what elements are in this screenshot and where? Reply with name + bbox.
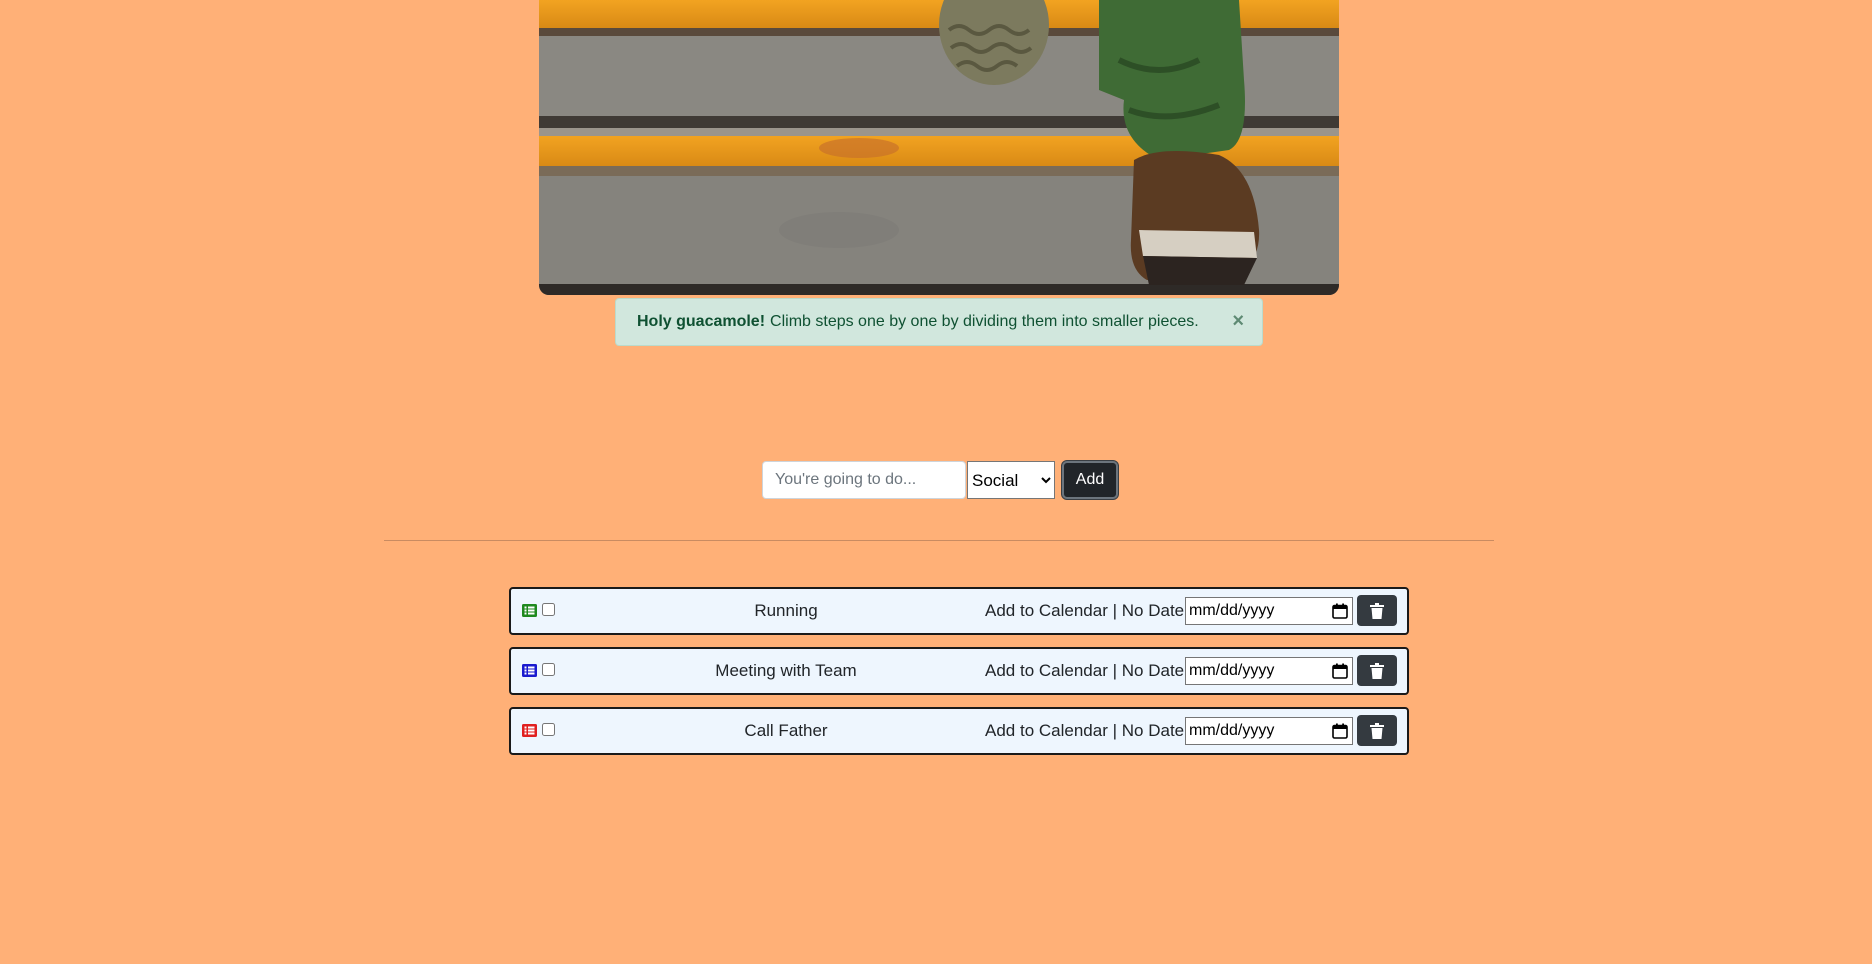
task-list: Running Add to Calendar | No Date | mm/d… [509, 587, 1409, 767]
close-icon[interactable]: × [1232, 311, 1244, 331]
task-name: Call Father [744, 721, 828, 740]
task-meta: Add to Calendar | No Date | [985, 721, 1193, 741]
done-checkbox[interactable] [542, 723, 555, 736]
trash-icon [1370, 602, 1384, 619]
add-to-calendar-link[interactable]: Add to Calendar [985, 601, 1108, 621]
trash-icon [1370, 662, 1384, 679]
separator: | [1112, 601, 1118, 620]
date-input[interactable]: mm/dd/yyyy [1185, 657, 1353, 685]
list-icon [522, 664, 537, 677]
task-name: Running [754, 601, 818, 620]
calendar-icon[interactable] [1332, 663, 1348, 679]
separator: | [1112, 661, 1118, 680]
date-placeholder: mm/dd/yyyy [1189, 602, 1275, 619]
alert-message: Climb steps one by one by dividing them … [770, 313, 1199, 330]
alert-heading: Holy guacamole! [637, 313, 766, 330]
date-status: No Date [1121, 661, 1185, 680]
list-icon [522, 724, 537, 737]
delete-button[interactable] [1357, 715, 1397, 746]
calendar-icon[interactable] [1332, 603, 1348, 619]
task-meta: Add to Calendar | No Date | [985, 661, 1193, 681]
hero-image [539, 0, 1339, 295]
separator: | [1112, 721, 1118, 740]
date-status: No Date [1121, 721, 1185, 740]
trash-icon [1370, 722, 1384, 739]
task-meta: Add to Calendar | No Date | [985, 601, 1193, 621]
tip-alert: Holy guacamole! Climb steps one by one b… [615, 298, 1263, 346]
add-to-calendar-link[interactable]: Add to Calendar [985, 721, 1108, 741]
date-placeholder: mm/dd/yyyy [1189, 722, 1275, 739]
add-button[interactable]: Add [1062, 461, 1118, 499]
done-checkbox[interactable] [542, 603, 555, 616]
date-input[interactable]: mm/dd/yyyy [1185, 597, 1353, 625]
divider [384, 540, 1494, 541]
add-to-calendar-link[interactable]: Add to Calendar [985, 661, 1108, 681]
task-input[interactable] [762, 461, 966, 499]
date-input[interactable]: mm/dd/yyyy [1185, 717, 1353, 745]
delete-button[interactable] [1357, 655, 1397, 686]
task-row: Running Add to Calendar | No Date | mm/d… [509, 587, 1409, 635]
list-icon [522, 604, 537, 617]
task-name: Meeting with Team [715, 661, 857, 680]
calendar-icon[interactable] [1332, 723, 1348, 739]
date-status: No Date [1121, 601, 1185, 620]
page: Holy guacamole! Climb steps one by one b… [0, 0, 1872, 964]
date-placeholder: mm/dd/yyyy [1189, 662, 1275, 679]
category-select[interactable]: Social [967, 461, 1055, 499]
add-task-form: Social Add [762, 461, 1118, 499]
delete-button[interactable] [1357, 595, 1397, 626]
task-row: Meeting with Team Add to Calendar | No D… [509, 647, 1409, 695]
task-row: Call Father Add to Calendar | No Date | … [509, 707, 1409, 755]
done-checkbox[interactable] [542, 663, 555, 676]
